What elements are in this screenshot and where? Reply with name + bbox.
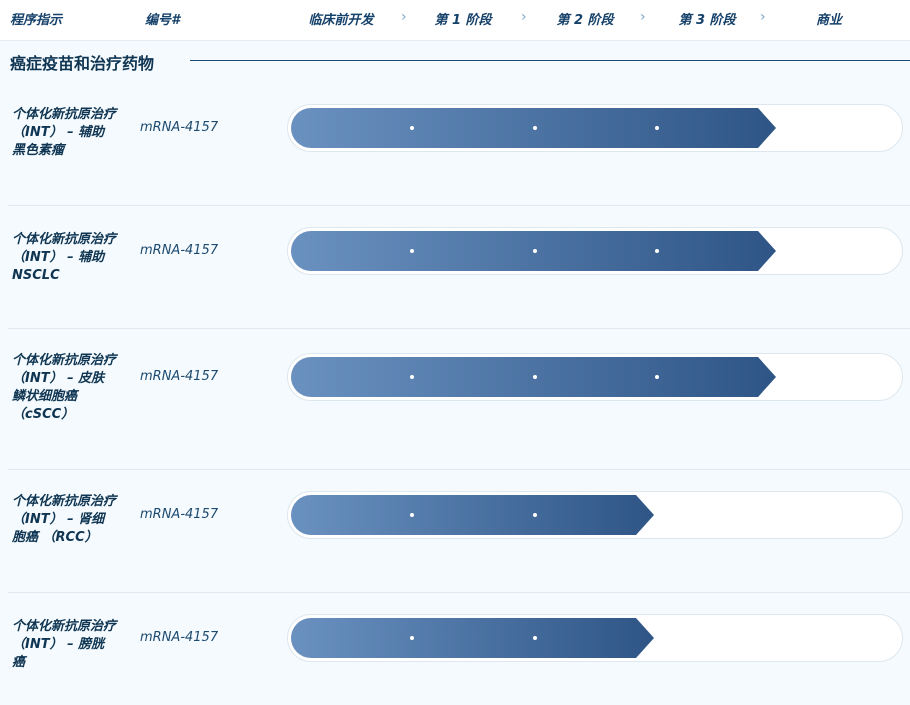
section-title: 癌症疫苗和治疗药物 — [10, 54, 155, 73]
progress-track — [287, 614, 903, 662]
program-code: mRNA-4157 — [140, 243, 219, 258]
stage-marker — [533, 249, 537, 253]
pipeline-row: 个体化新抗原治疗 （INT） – 肾细胞癌 （RCC） mRNA-4157 — [0, 470, 910, 593]
chevron-right-icon: › — [401, 9, 407, 25]
header-stage-phase2: 第 2 阶段 — [556, 13, 614, 28]
program-name: 个体化新抗原治疗 （INT） – 辅助 NSCLC — [12, 232, 117, 283]
progress-track — [287, 491, 903, 539]
program-code: mRNA-4157 — [140, 369, 219, 384]
program-name: 个体化新抗原治疗 （INT） – 辅助黑色素瘤 — [12, 107, 117, 158]
stage-marker — [533, 513, 537, 517]
program-code: mRNA-4157 — [140, 630, 219, 645]
stage-marker — [410, 375, 414, 379]
progress-track — [287, 353, 903, 401]
progress-bar — [291, 495, 654, 535]
stage-marker — [655, 126, 659, 130]
pipeline-header: 程序指示 编号# 临床前开发 › 第 1 阶段 › 第 2 阶段 › 第 3 阶… — [0, 0, 910, 41]
header-stage-preclinical: 临床前开发 — [308, 13, 374, 28]
stage-marker — [533, 126, 537, 130]
stage-marker — [655, 249, 659, 253]
stage-marker — [410, 513, 414, 517]
header-stage-phase1: 第 1 阶段 — [434, 13, 492, 28]
stage-marker — [533, 636, 537, 640]
stage-marker — [410, 126, 414, 130]
header-stage-commercial: 商业 — [815, 13, 843, 28]
chevron-right-icon: › — [640, 9, 646, 25]
pipeline-row: 个体化新抗原治疗 （INT） – 辅助黑色素瘤 mRNA-4157 — [0, 82, 910, 206]
stage-marker — [410, 636, 414, 640]
progress-track — [287, 227, 903, 275]
pipeline-row: 个体化新抗原治疗 （INT） – 辅助 NSCLC mRNA-4157 — [0, 206, 910, 329]
chevron-right-icon: › — [760, 9, 766, 25]
stage-marker — [655, 375, 659, 379]
program-name: 个体化新抗原治疗 （INT） – 肾细胞癌 （RCC） — [12, 494, 117, 545]
header-stage-phase3: 第 3 阶段 — [678, 13, 736, 28]
pipeline-row: 个体化新抗原治疗 （INT） – 膀胱癌 mRNA-4157 — [0, 593, 910, 705]
progress-bar — [291, 618, 654, 658]
stage-marker — [533, 375, 537, 379]
section-divider — [190, 60, 910, 61]
program-name: 个体化新抗原治疗 （INT） – 膀胱癌 — [12, 619, 117, 670]
program-code: mRNA-4157 — [140, 120, 219, 135]
pipeline-row: 个体化新抗原治疗 （INT） – 皮肤鳞状细胞癌 （cSCC） mRNA-415… — [0, 329, 910, 470]
progress-track — [287, 104, 903, 152]
header-program: 程序指示 — [10, 13, 63, 28]
stage-marker — [410, 249, 414, 253]
chevron-right-icon: › — [521, 9, 527, 25]
program-code: mRNA-4157 — [140, 507, 219, 522]
header-code: 编号# — [145, 13, 181, 28]
program-name: 个体化新抗原治疗 （INT） – 皮肤鳞状细胞癌 （cSCC） — [12, 353, 117, 422]
